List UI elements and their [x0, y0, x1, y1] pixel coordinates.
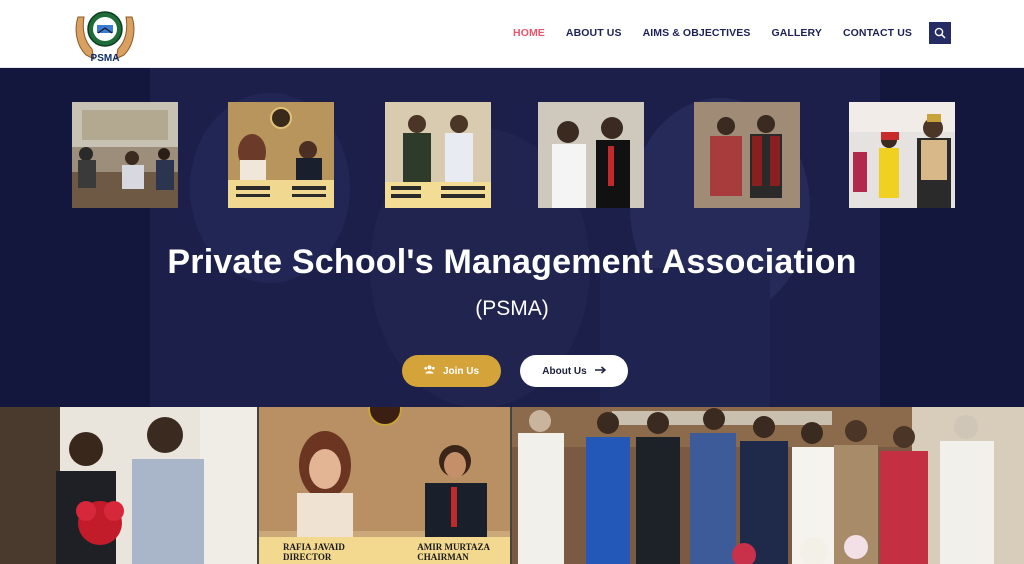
- gallery-thumb-4[interactable]: [538, 102, 644, 208]
- site-header: PSMA HOME ABOUT US AIMS & OBJECTIVES GAL…: [0, 0, 1024, 68]
- gallery-thumb-3[interactable]: [385, 102, 491, 208]
- strip-photo-3[interactable]: [512, 407, 1024, 564]
- gallery-thumb-2[interactable]: [228, 102, 334, 208]
- users-icon: [424, 365, 435, 377]
- nav-item-contact-us[interactable]: CONTACT US: [843, 27, 912, 39]
- nav-item-home[interactable]: HOME: [513, 27, 545, 39]
- hero-subtitle: (PSMA): [475, 297, 549, 320]
- svg-text:PSMA: PSMA: [91, 53, 120, 64]
- about-us-label: About Us: [542, 365, 587, 377]
- caption-rafia-javaid: RAFIA JAVAID DIRECTOR: [283, 542, 345, 562]
- gallery-thumb-6[interactable]: [849, 102, 955, 208]
- hero-title: Private School's Management Association: [167, 243, 857, 281]
- join-us-label: Join Us: [442, 365, 480, 377]
- nav-item-gallery[interactable]: GALLERY: [771, 27, 821, 39]
- gallery-thumb-1[interactable]: [72, 102, 178, 208]
- hero-banner: Private School's Management Association …: [0, 68, 1024, 407]
- thumbnail-gallery: [72, 102, 955, 208]
- arrow-right-icon: [594, 365, 606, 377]
- nav-item-aims-objectives[interactable]: AIMS & OBJECTIVES: [643, 27, 751, 39]
- strip-photo-1[interactable]: [0, 407, 257, 564]
- gallery-thumb-5[interactable]: [694, 102, 800, 208]
- photo-strip: RAFIA JAVAID DIRECTOR AMIR MURTAZA CHAIR…: [0, 407, 1024, 564]
- nav-item-about-us[interactable]: ABOUT US: [566, 27, 622, 39]
- strip-photo-2[interactable]: RAFIA JAVAID DIRECTOR AMIR MURTAZA CHAIR…: [259, 407, 510, 564]
- psma-logo[interactable]: PSMA: [72, 3, 138, 65]
- search-button[interactable]: [929, 22, 951, 44]
- search-icon: [934, 27, 946, 39]
- about-us-button[interactable]: About Us: [520, 355, 628, 387]
- join-us-button[interactable]: Join Us: [402, 355, 501, 387]
- main-nav: HOME ABOUT US AIMS & OBJECTIVES GALLERY …: [492, 0, 950, 66]
- caption-amir-murtaza: AMIR MURTAZA CHAIRMAN: [417, 542, 490, 562]
